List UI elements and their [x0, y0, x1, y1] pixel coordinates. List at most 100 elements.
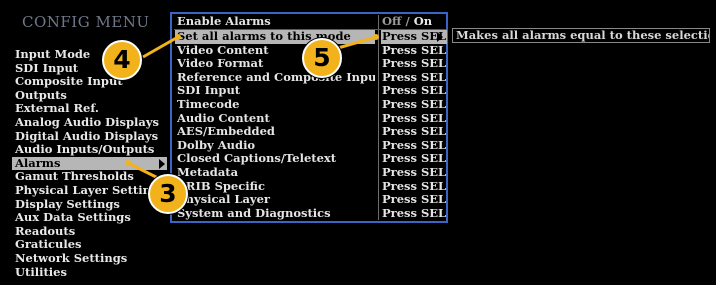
- alarm-row-value[interactable]: Press SEL: [382, 152, 446, 166]
- config-screen: CONFIG MENU Input Mode SDI Input Composite…: [0, 0, 716, 285]
- config-menu-item-graticules[interactable]: Graticules: [12, 238, 167, 252]
- config-menu-item-label: SDI Input: [15, 61, 79, 75]
- config-menu-item-label: Alarms: [15, 156, 61, 170]
- help-text-box: Makes all alarms equal to these selectio…: [452, 28, 710, 43]
- config-menu-item-gamut-thresholds[interactable]: Gamut Thresholds: [12, 170, 167, 184]
- config-menu-item-label: Digital Audio Displays: [15, 129, 159, 143]
- alarm-row-system-and-diagnostics[interactable]: System and Diagnostics Press SEL: [174, 206, 446, 221]
- config-menu-item-label: Gamut Thresholds: [15, 170, 134, 184]
- alarm-row-label: Reference and Composite Input: [177, 70, 375, 84]
- alarm-row-physical-layer[interactable]: Physical Layer Press SEL: [174, 193, 446, 207]
- alarm-row-arib-specific[interactable]: ARIB Specific Press SEL: [174, 179, 446, 194]
- alarm-row-value[interactable]: Press SEL: [382, 125, 446, 139]
- config-menu-item-label: Physical Layer Settings: [15, 183, 166, 197]
- enable-alarms-toggle[interactable]: Off / On: [382, 14, 432, 29]
- column-divider: [378, 138, 379, 153]
- config-menu-item-sdi-input[interactable]: SDI Input: [12, 62, 167, 76]
- column-divider: [378, 152, 379, 166]
- alarm-row-label: Dolby Audio: [177, 138, 256, 152]
- alarm-row-value[interactable]: Press SEL: [382, 57, 446, 71]
- column-divider: [378, 70, 379, 85]
- config-menu-item-alarms[interactable]: Alarms: [12, 156, 167, 171]
- alarm-row-metadata[interactable]: Metadata Press SEL: [174, 165, 446, 180]
- config-menu-item-label: Analog Audio Displays: [15, 115, 160, 129]
- alarm-row-value[interactable]: Press SEL: [382, 138, 446, 153]
- config-menu-item-label: Composite Input: [15, 75, 123, 89]
- alarm-row-value[interactable]: Press SEL: [382, 70, 446, 85]
- config-menu-item-outputs[interactable]: Outputs: [12, 89, 167, 103]
- callout-3: 3: [148, 174, 188, 214]
- alarm-row-label: AES/Embedded: [177, 125, 275, 139]
- column-divider: [378, 43, 379, 58]
- config-menu-title: CONFIG MENU: [22, 13, 150, 31]
- column-divider: [378, 98, 379, 112]
- alarm-row-label: Set all alarms to this mode: [175, 30, 375, 44]
- alarm-row-value[interactable]: Press SEL: [382, 97, 446, 112]
- submenu-arrow-icon: [437, 32, 443, 42]
- alarm-row-label: SDI Input: [177, 84, 241, 98]
- config-menu-item-label: Utilities: [15, 265, 67, 279]
- alarm-row-label: Physical Layer: [177, 193, 270, 207]
- config-menu-item-digital-audio-displays[interactable]: Digital Audio Displays: [12, 130, 167, 144]
- alarm-row-label: Video Format: [177, 57, 264, 71]
- config-menu-item-audio-inputs-outputs[interactable]: Audio Inputs/Outputs: [12, 143, 167, 157]
- alarm-row-value[interactable]: Press SEL: [382, 179, 446, 194]
- config-menu-item-label: Audio Inputs/Outputs: [15, 143, 155, 157]
- column-divider: [378, 57, 379, 71]
- enable-alarms-row[interactable]: Enable Alarms Off / On: [174, 14, 446, 29]
- submenu-arrow-icon: [159, 158, 165, 169]
- alarm-row-label: Metadata: [177, 166, 239, 179]
- alarm-row-value[interactable]: Press SEL: [382, 165, 446, 180]
- alarm-row-closed-captions-teletext[interactable]: Closed Captions/Teletext Press SEL: [174, 152, 446, 166]
- config-menu-item-label: Aux Data Settings: [15, 211, 131, 225]
- config-menu-item-input-mode[interactable]: Input Mode: [12, 48, 167, 62]
- alarm-row-value[interactable]: Press SEL: [382, 43, 446, 58]
- config-menu-item-label: Graticules: [15, 238, 82, 252]
- enable-alarms-label: Enable Alarms: [177, 15, 271, 28]
- config-menu-item-aux-data-settings[interactable]: Aux Data Settings: [12, 211, 167, 225]
- config-menu-item-physical-layer-settings[interactable]: Physical Layer Settings: [12, 184, 167, 198]
- config-menu-item-external-ref[interactable]: External Ref.: [12, 102, 167, 116]
- config-menu-item-label: Display Settings: [15, 197, 120, 211]
- config-menu-list: Input Mode SDI Input Composite Input Output…: [12, 48, 167, 279]
- config-menu-item-label: External Ref.: [15, 102, 99, 116]
- alarm-row-label: ARIB Specific: [177, 179, 265, 193]
- off-option[interactable]: Off: [382, 14, 401, 28]
- option-separator: /: [401, 14, 414, 28]
- column-divider: [378, 125, 379, 139]
- alarm-row-dolby-audio[interactable]: Dolby Audio Press SEL: [174, 138, 446, 153]
- alarm-row-value[interactable]: Press SEL: [382, 84, 446, 98]
- alarm-row-value[interactable]: Press SEL: [382, 111, 446, 126]
- config-menu-item-label: Network Settings: [15, 251, 128, 265]
- callout-4: 4: [102, 40, 142, 80]
- config-menu-item-composite-input[interactable]: Composite Input: [12, 75, 167, 89]
- config-menu-item-analog-audio-displays[interactable]: Analog Audio Displays: [12, 116, 167, 130]
- callout-5: 5: [302, 38, 342, 78]
- alarm-row-label: Video Content: [177, 43, 269, 57]
- column-divider: [378, 15, 379, 29]
- on-option[interactable]: On: [414, 14, 432, 28]
- alarm-row-aes-embedded[interactable]: AES/Embedded Press SEL: [174, 125, 446, 139]
- alarm-row-label: Closed Captions/Teletext: [177, 152, 337, 166]
- alarm-row-label: Timecode: [177, 98, 240, 111]
- config-menu-item-label: Readouts: [15, 224, 76, 238]
- column-divider: [378, 84, 379, 98]
- column-divider: [378, 179, 379, 194]
- config-menu-item-display-settings[interactable]: Display Settings: [12, 198, 167, 212]
- alarm-row-value[interactable]: Press SEL: [382, 206, 446, 221]
- alarm-row-timecode[interactable]: Timecode Press SEL: [174, 97, 446, 112]
- column-divider: [378, 30, 379, 44]
- column-divider: [378, 111, 379, 126]
- alarm-row-sdi-input[interactable]: SDI Input Press SEL: [174, 84, 446, 98]
- config-menu-item-readouts[interactable]: Readouts: [12, 225, 167, 239]
- config-menu-item-label: Outputs: [15, 88, 67, 102]
- alarm-row-audio-content[interactable]: Audio Content Press SEL: [174, 111, 446, 126]
- column-divider: [378, 166, 379, 180]
- alarm-row-label: Audio Content: [177, 111, 270, 125]
- column-divider: [378, 193, 379, 207]
- column-divider: [378, 206, 379, 221]
- config-menu-item-utilities[interactable]: Utilities: [12, 266, 167, 280]
- config-menu-item-network-settings[interactable]: Network Settings: [12, 252, 167, 266]
- alarm-row-value[interactable]: Press SEL: [382, 193, 446, 207]
- config-menu-item-label: Input Mode: [15, 48, 91, 61]
